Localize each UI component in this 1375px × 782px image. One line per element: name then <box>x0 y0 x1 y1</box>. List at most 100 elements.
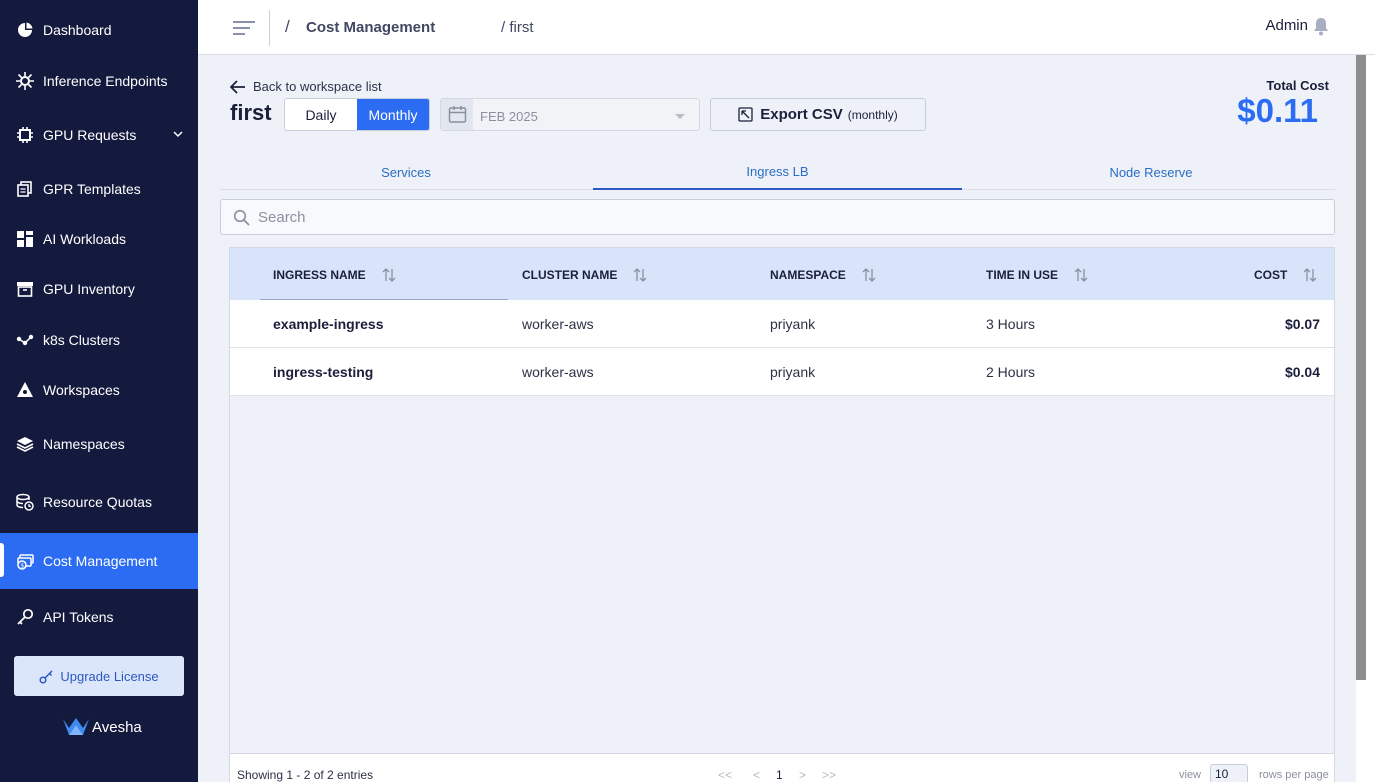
view-label: view <box>1179 769 1202 781</box>
sidebar-item-label: Cost Management <box>43 553 158 569</box>
breadcrumb-cost-management[interactable]: Cost Management <box>306 19 435 36</box>
total-cost-label: Total Cost <box>1266 78 1329 93</box>
namespace-cell: priyank <box>770 364 816 380</box>
next-page-button[interactable]: > <box>799 768 806 782</box>
month-picker-value: FEB 2025 <box>480 109 538 124</box>
tab-ingress-lb[interactable]: Ingress LB <box>593 155 962 190</box>
sidebar-item-namespaces[interactable]: Namespaces <box>0 419 198 469</box>
last-page-button[interactable]: >> <box>822 768 836 782</box>
upgrade-license-label: Upgrade License <box>60 668 159 684</box>
sort-icon <box>862 268 876 282</box>
first-page-button[interactable]: << <box>718 768 732 782</box>
export-csv-label: Export CSV <box>760 106 843 123</box>
sidebar-item-k8s-clusters[interactable]: k8s Clusters <box>0 315 198 365</box>
chevron-down-icon[interactable] <box>172 128 184 140</box>
table-row[interactable]: example-ingress worker-aws priyank 3 Hou… <box>230 300 1334 348</box>
export-csv-button[interactable]: Export CSV (monthly) <box>710 98 926 131</box>
chip-icon <box>16 126 34 144</box>
month-picker[interactable]: FEB 2025 <box>440 98 700 131</box>
monthly-toggle-button[interactable]: Monthly <box>357 99 429 130</box>
sidebar-item-gpr-templates[interactable]: GPR Templates <box>0 164 198 214</box>
daily-toggle-button[interactable]: Daily <box>285 99 357 130</box>
column-header-namespace[interactable]: NAMESPACE <box>770 267 876 283</box>
key-icon <box>39 669 53 684</box>
back-label: Back to workspace list <box>253 79 382 94</box>
upgrade-license-button[interactable]: Upgrade License <box>14 656 184 696</box>
column-header-label: CLUSTER NAME <box>522 268 618 282</box>
cluster-name-cell: worker-aws <box>522 316 594 332</box>
inventory-icon <box>16 280 34 298</box>
ingress-table: INGRESS NAME CLUSTER NAME NAMESPACE TIME… <box>229 247 1335 782</box>
period-toggle: Daily Monthly <box>284 98 430 131</box>
sidebar-item-inference-endpoints[interactable]: Inference Endpoints <box>0 56 198 106</box>
time-in-use-cell: 3 Hours <box>986 316 1036 332</box>
user-menu[interactable]: Admin <box>1265 17 1308 34</box>
sidebar-item-label: Namespaces <box>43 436 125 452</box>
rows-per-page-label: rows per page <box>1259 769 1329 781</box>
tab-services[interactable]: Services <box>220 155 592 190</box>
entries-count: Showing 1 - 2 of 2 entries <box>237 768 374 782</box>
sidebar-item-workspaces[interactable]: Workspaces <box>0 365 198 415</box>
sidebar-item-label: Workspaces <box>43 382 120 398</box>
export-csv-period: (monthly) <box>847 107 898 122</box>
sidebar-item-label: Inference Endpoints <box>43 73 168 89</box>
sort-icon <box>382 268 396 282</box>
cost-tabs: Services Ingress LB Node Reserve <box>220 155 1335 190</box>
column-header-label: COST <box>1254 268 1288 282</box>
layers-icon <box>16 435 34 453</box>
templates-icon <box>16 180 34 198</box>
topbar-divider <box>269 10 270 46</box>
sidebar-item-ai-workloads[interactable]: AI Workloads <box>0 214 198 264</box>
column-header-cost[interactable]: COST <box>1254 267 1317 283</box>
sidebar-item-cost-management[interactable]: $ Cost Management <box>0 533 198 589</box>
sidebar-item-label: GPR Templates <box>43 181 141 197</box>
sidebar-item-api-tokens[interactable]: API Tokens <box>0 592 198 642</box>
brand-name: Avesha <box>92 718 142 736</box>
vertical-scrollbar[interactable] <box>1356 55 1366 680</box>
tab-node-reserve[interactable]: Node Reserve <box>965 155 1337 190</box>
page-title: first <box>230 100 272 125</box>
arrow-left-icon <box>230 79 245 94</box>
sidebar-item-gpu-requests[interactable]: GPU Requests <box>0 110 198 160</box>
ingress-name-cell: example-ingress <box>273 316 384 332</box>
back-to-workspace-list-link[interactable]: Back to workspace list <box>230 79 382 94</box>
cost-cell: $0.04 <box>1284 364 1320 380</box>
search-icon <box>233 209 250 226</box>
time-in-use-cell: 2 Hours <box>986 364 1036 380</box>
bell-icon[interactable] <box>1311 16 1331 36</box>
column-header-time-in-use[interactable]: TIME IN USE <box>986 267 1088 283</box>
table-row[interactable]: ingress-testing worker-aws priyank 2 Hou… <box>230 348 1334 396</box>
table-header: INGRESS NAME CLUSTER NAME NAMESPACE TIME… <box>230 248 1334 300</box>
cost-cell: $0.07 <box>1284 316 1320 332</box>
clusters-icon <box>16 331 34 349</box>
sidebar-item-label: Dashboard <box>43 22 112 38</box>
cluster-name-cell: worker-aws <box>522 364 594 380</box>
sort-icon <box>1074 268 1088 282</box>
column-header-cluster-name[interactable]: CLUSTER NAME <box>522 267 647 283</box>
sidebar-item-label: k8s Clusters <box>43 332 121 348</box>
page-number[interactable]: 1 <box>776 768 783 782</box>
column-header-label: INGRESS NAME <box>273 268 366 282</box>
sidebar-item-label: API Tokens <box>43 609 114 625</box>
workloads-icon <box>16 230 34 248</box>
dashboard-icon <box>16 21 34 39</box>
search-bar <box>220 199 1335 235</box>
search-input[interactable] <box>258 208 1258 226</box>
workspaces-icon <box>16 381 34 399</box>
namespace-cell: priyank <box>770 316 816 332</box>
sidebar-item-dashboard[interactable]: Dashboard <box>0 5 198 55</box>
table-footer: Showing 1 - 2 of 2 entries << < 1 > >> v… <box>230 754 1334 782</box>
breadcrumb-separator: / <box>285 17 290 36</box>
column-header-ingress-name[interactable]: INGRESS NAME <box>273 267 396 283</box>
avesha-logo-icon <box>63 718 89 735</box>
sort-icon <box>1303 268 1317 282</box>
prev-page-button[interactable]: < <box>753 768 760 782</box>
menu-icon[interactable] <box>232 18 256 38</box>
column-header-label: NAMESPACE <box>770 268 846 282</box>
rows-per-page-select[interactable]: 10 <box>1210 764 1248 782</box>
calendar-icon <box>441 99 473 130</box>
sidebar-item-gpu-inventory[interactable]: GPU Inventory <box>0 264 198 314</box>
breadcrumb-workspace: / first <box>501 19 534 36</box>
brand-logo: Avesha <box>62 716 142 738</box>
sidebar-item-resource-quotas[interactable]: Resource Quotas <box>0 477 198 527</box>
